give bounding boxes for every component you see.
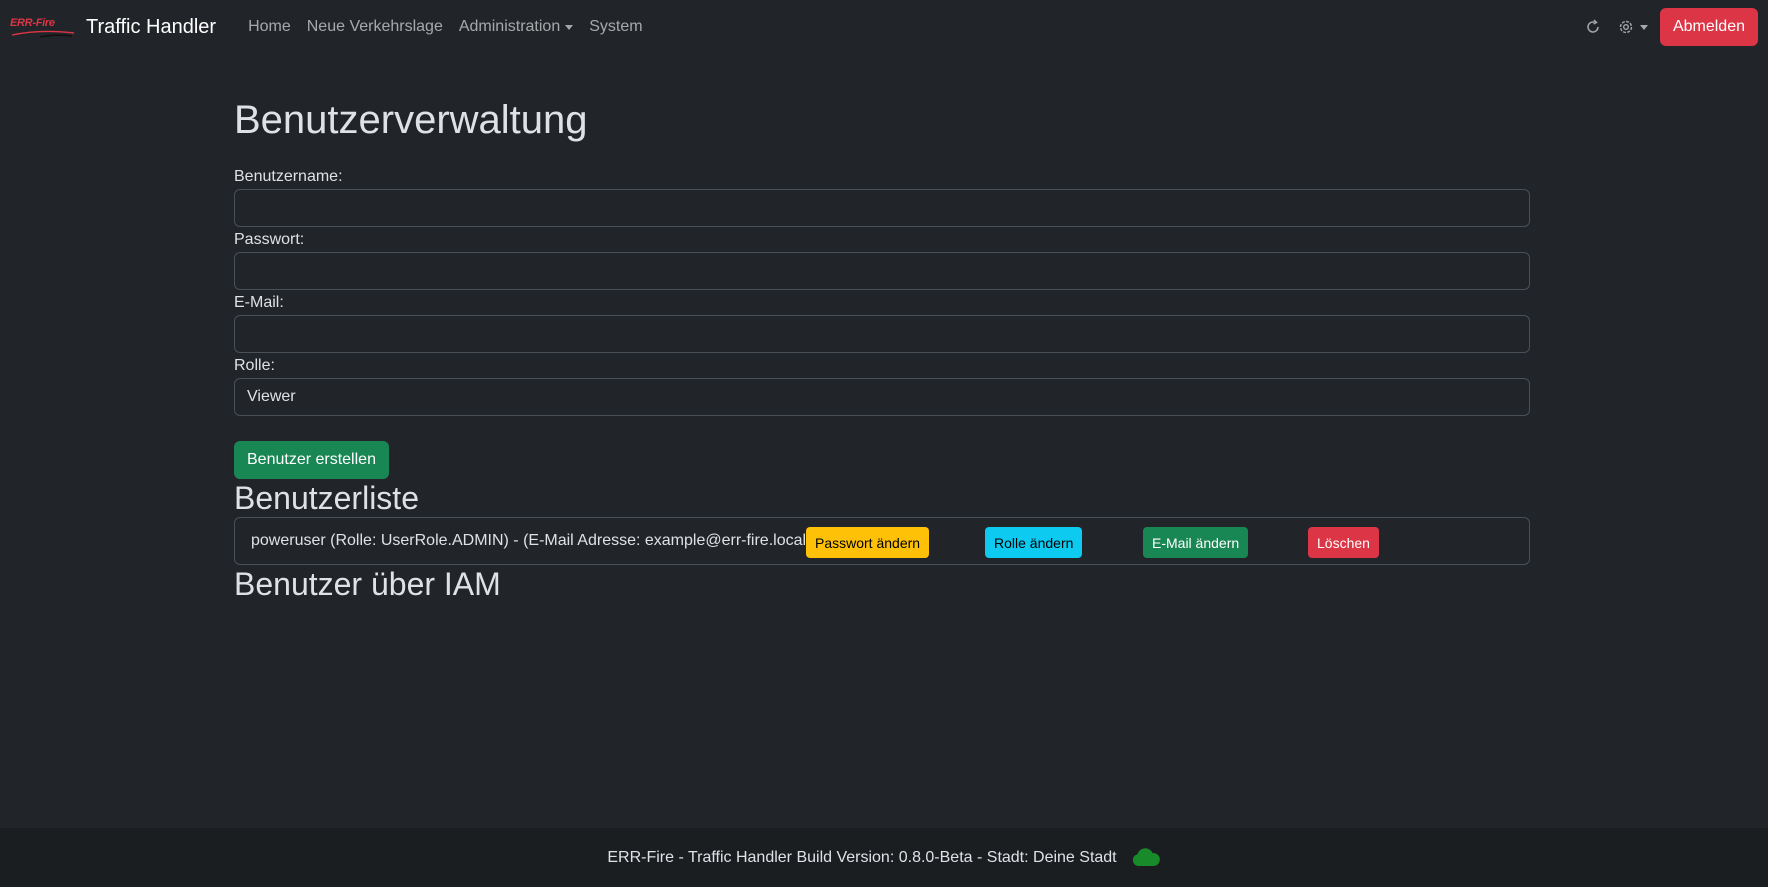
user-info-text: poweruser (Rolle: UserRole.ADMIN) - (E-M…: [251, 532, 812, 550]
cloud-icon: [1132, 847, 1160, 866]
nav-neue-verkehrslage[interactable]: Neue Verkehrslage: [299, 10, 451, 44]
list-item: poweruser (Rolle: UserRole.ADMIN) - (E-M…: [251, 527, 1379, 559]
nav-administration-label: Administration: [458, 18, 561, 35]
nav-home[interactable]: Home: [240, 10, 299, 44]
create-user-button[interactable]: Benutzer erstellen: [234, 441, 389, 479]
delete-user-button[interactable]: Löschen: [1308, 527, 1379, 559]
footer: ERR-Fire - Traffic Handler Build Version…: [0, 828, 1768, 887]
brand-logo: ERR-Fire: [10, 15, 76, 39]
logout-button[interactable]: Abmelden: [1659, 8, 1758, 46]
role-label: Rolle:: [234, 357, 275, 374]
change-role-button[interactable]: Rolle ändern: [985, 527, 1083, 559]
password-label: Passwort:: [234, 231, 305, 248]
main-content: Benutzerverwaltung Benutzername: Passwor…: [234, 96, 1530, 604]
brand-title: Traffic Handler: [86, 15, 217, 38]
navbar: ERR-Fire Traffic Handler Home Neue Verke…: [0, 0, 1768, 54]
user-list-title: Benutzerliste: [234, 480, 419, 516]
nav-administration-dropdown[interactable]: Administration: [451, 10, 581, 44]
caret-down-icon: [565, 24, 574, 30]
role-selected-value: Viewer: [247, 388, 296, 405]
gear-icon: [1619, 20, 1633, 34]
change-password-button[interactable]: Passwort ändern: [806, 527, 930, 559]
nav-links: Home Neue Verkehrslage Administration Sy…: [240, 10, 651, 44]
user-list: poweruser (Rolle: UserRole.ADMIN) - (E-M…: [234, 517, 1530, 566]
iam-users-title: Benutzer über IAM: [234, 566, 501, 603]
settings-dropdown[interactable]: [1609, 12, 1656, 42]
logo-swoosh-icon: [11, 30, 75, 38]
status-indicator: [1131, 847, 1161, 868]
email-input[interactable]: [234, 315, 1530, 353]
change-email-button[interactable]: E-Mail ändern: [1143, 527, 1249, 559]
username-input[interactable]: [234, 189, 1530, 227]
caret-down-icon: [1639, 24, 1648, 30]
role-select[interactable]: Viewer: [234, 378, 1530, 416]
create-user-form: Benutzername: Passwort: E-Mail: Rolle: V…: [234, 168, 1530, 479]
nav-system[interactable]: System: [581, 10, 650, 44]
refresh-button[interactable]: [1577, 13, 1609, 41]
password-input[interactable]: [234, 252, 1530, 290]
footer-build-info: ERR-Fire - Traffic Handler Build Version…: [607, 848, 1117, 866]
refresh-icon: [1587, 19, 1599, 33]
page-title: Benutzerverwaltung: [234, 98, 588, 142]
username-label: Benutzername:: [234, 168, 343, 185]
brand[interactable]: ERR-Fire Traffic Handler: [10, 15, 216, 39]
nav-right: Abmelden: [1577, 8, 1758, 46]
email-label: E-Mail:: [234, 294, 284, 311]
